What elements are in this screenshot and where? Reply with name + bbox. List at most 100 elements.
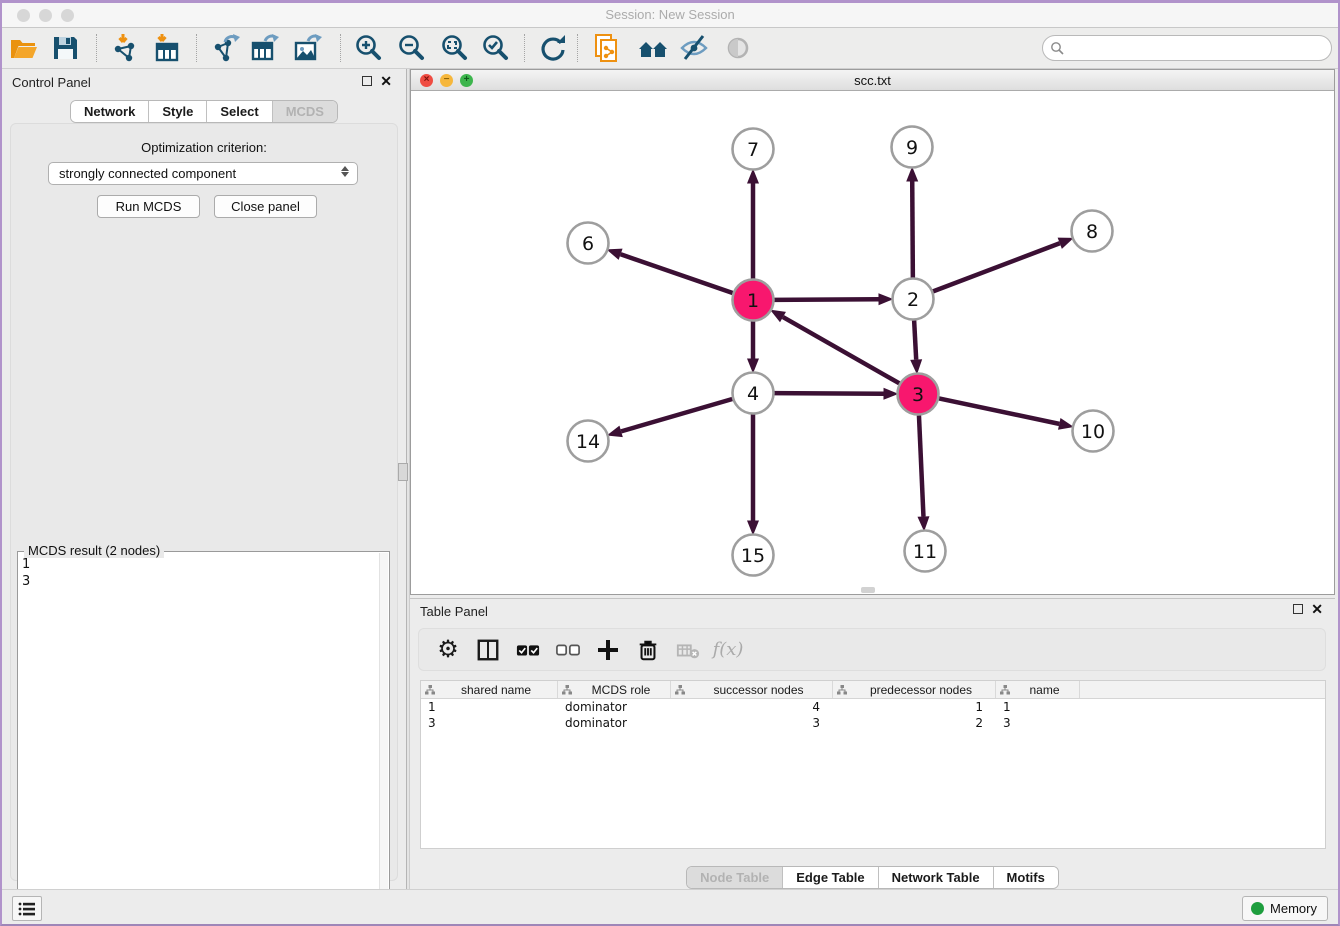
table-panel-window-buttons: ✕	[1293, 604, 1323, 614]
first-neighbors-icon[interactable]	[638, 33, 668, 63]
mcds-result-title: MCDS result (2 nodes)	[24, 543, 164, 558]
delete-table-icon-disabled	[675, 637, 701, 663]
tab-select[interactable]: Select	[207, 101, 272, 122]
add-column-icon[interactable]	[595, 637, 621, 663]
table-body: 1dominator4113dominator323	[421, 699, 1325, 731]
graph-node-4[interactable]: 4	[733, 373, 774, 414]
edge-3-11[interactable]	[919, 415, 924, 516]
zoom-out-icon[interactable]	[396, 33, 426, 63]
graph-node-3[interactable]: 3	[898, 374, 939, 415]
open-file-icon[interactable]	[9, 33, 39, 63]
column-header-successor-nodes[interactable]: successor nodes	[671, 681, 833, 698]
tab-network[interactable]: Network	[71, 101, 149, 122]
table-panel-tabs: Node TableEdge TableNetwork TableMotifs	[410, 866, 1335, 889]
tab-style[interactable]: Style	[149, 101, 207, 122]
tab-mcds[interactable]: MCDS	[273, 101, 337, 122]
table-cell[interactable]: 3	[671, 715, 833, 731]
graph-node-8[interactable]: 8	[1072, 211, 1113, 252]
apply-layout-icon[interactable]	[537, 33, 567, 63]
svg-text:6: 6	[582, 233, 594, 255]
export-network-icon[interactable]	[211, 33, 241, 63]
svg-text:10: 10	[1081, 421, 1105, 443]
memory-button[interactable]: Memory	[1242, 896, 1328, 921]
mcds-result-item[interactable]: 3	[22, 573, 30, 590]
graph-node-1[interactable]: 1	[733, 280, 774, 321]
svg-text:15: 15	[741, 545, 765, 567]
table-cell[interactable]: 4	[671, 699, 833, 715]
table-row[interactable]: 3dominator323	[421, 715, 1325, 731]
save-session-icon[interactable]	[50, 33, 80, 63]
table-settings-icon[interactable]: ⚙	[435, 637, 461, 663]
graph-node-7[interactable]: 7	[733, 129, 774, 170]
edge-2-3[interactable]	[914, 320, 916, 359]
zoom-selected-icon[interactable]	[480, 33, 510, 63]
splitter-handle[interactable]	[398, 463, 408, 481]
select-all-icon[interactable]	[515, 637, 541, 663]
import-table-icon[interactable]	[152, 33, 182, 63]
float-panel-icon[interactable]	[362, 76, 372, 86]
export-table-icon[interactable]	[250, 33, 280, 63]
column-header-MCDS-role[interactable]: MCDS role	[558, 681, 671, 698]
criterion-value: strongly connected component	[59, 166, 236, 181]
column-header-predecessor-nodes[interactable]: predecessor nodes	[833, 681, 996, 698]
column-header-shared-name[interactable]: shared name	[421, 681, 558, 698]
edge-3-10[interactable]	[939, 398, 1059, 423]
node-table[interactable]: shared nameMCDS rolesuccessor nodesprede…	[420, 680, 1326, 849]
tab-network-table[interactable]: Network Table	[879, 867, 994, 888]
close-table-panel-icon[interactable]: ✕	[1311, 604, 1323, 614]
table-toolbar: ⚙ f(x)	[418, 628, 1326, 671]
table-row[interactable]: 1dominator411	[421, 699, 1325, 715]
mcds-result-list: 13	[22, 556, 30, 590]
edge-1-2[interactable]	[774, 299, 878, 300]
edge-2-9[interactable]	[912, 181, 913, 277]
task-history-button[interactable]	[12, 896, 42, 921]
network-view-title: scc.txt	[411, 73, 1334, 88]
svg-text:1: 1	[747, 290, 759, 312]
table-cell[interactable]: dominator	[558, 699, 671, 715]
graph-node-2[interactable]: 2	[893, 279, 934, 320]
graph-node-10[interactable]: 10	[1073, 411, 1114, 452]
edge-4-14[interactable]	[621, 399, 732, 431]
graph-node-9[interactable]: 9	[892, 127, 933, 168]
memory-label: Memory	[1270, 901, 1317, 916]
graph-node-14[interactable]: 14	[568, 421, 609, 462]
table-cell[interactable]: 1	[996, 699, 1080, 715]
mcds-result-item[interactable]: 1	[22, 556, 30, 573]
export-image-icon[interactable]	[293, 33, 323, 63]
tab-node-table[interactable]: Node Table	[687, 867, 783, 888]
network-canvas[interactable]: 7 9 6 8 1 2 4 3 14 10 15 11	[411, 91, 1334, 594]
close-panel-icon[interactable]: ✕	[380, 76, 392, 86]
table-cell[interactable]: 1	[833, 699, 996, 715]
table-cell[interactable]: 3	[996, 715, 1080, 731]
column-header-name[interactable]: name	[996, 681, 1080, 698]
table-cell[interactable]: 2	[833, 715, 996, 731]
import-network-icon[interactable]	[110, 33, 140, 63]
table-cell[interactable]: 3	[421, 715, 558, 731]
deselect-all-icon[interactable]	[555, 637, 581, 663]
mcds-panel: Optimization criterion: strongly connect…	[10, 123, 398, 881]
edge-1-6[interactable]	[621, 254, 733, 293]
result-scrollbar[interactable]	[379, 553, 388, 921]
zoom-in-icon[interactable]	[353, 33, 383, 63]
delete-column-icon[interactable]	[635, 637, 661, 663]
edge-3-1[interactable]	[783, 317, 899, 383]
float-table-panel-icon[interactable]	[1293, 604, 1303, 614]
zoom-fit-icon[interactable]	[439, 33, 469, 63]
hide-selected-icon[interactable]	[679, 33, 709, 63]
edge-4-3[interactable]	[774, 393, 883, 394]
close-panel-button[interactable]: Close panel	[214, 195, 317, 218]
table-cell[interactable]: dominator	[558, 715, 671, 731]
clone-network-icon[interactable]	[592, 33, 622, 63]
graph-node-6[interactable]: 6	[568, 223, 609, 264]
graph-node-15[interactable]: 15	[733, 535, 774, 576]
tab-edge-table[interactable]: Edge Table	[783, 867, 878, 888]
tab-motifs[interactable]: Motifs	[994, 867, 1058, 888]
edge-2-8[interactable]	[933, 243, 1060, 291]
canvas-scrollbar-handle[interactable]	[861, 587, 875, 593]
run-mcds-button[interactable]: Run MCDS	[97, 195, 200, 218]
graph-node-11[interactable]: 11	[905, 531, 946, 572]
table-cell[interactable]: 1	[421, 699, 558, 715]
column-layout-icon[interactable]	[475, 637, 501, 663]
search-input[interactable]	[1064, 38, 1331, 58]
criterion-dropdown[interactable]: strongly connected component	[48, 162, 358, 185]
